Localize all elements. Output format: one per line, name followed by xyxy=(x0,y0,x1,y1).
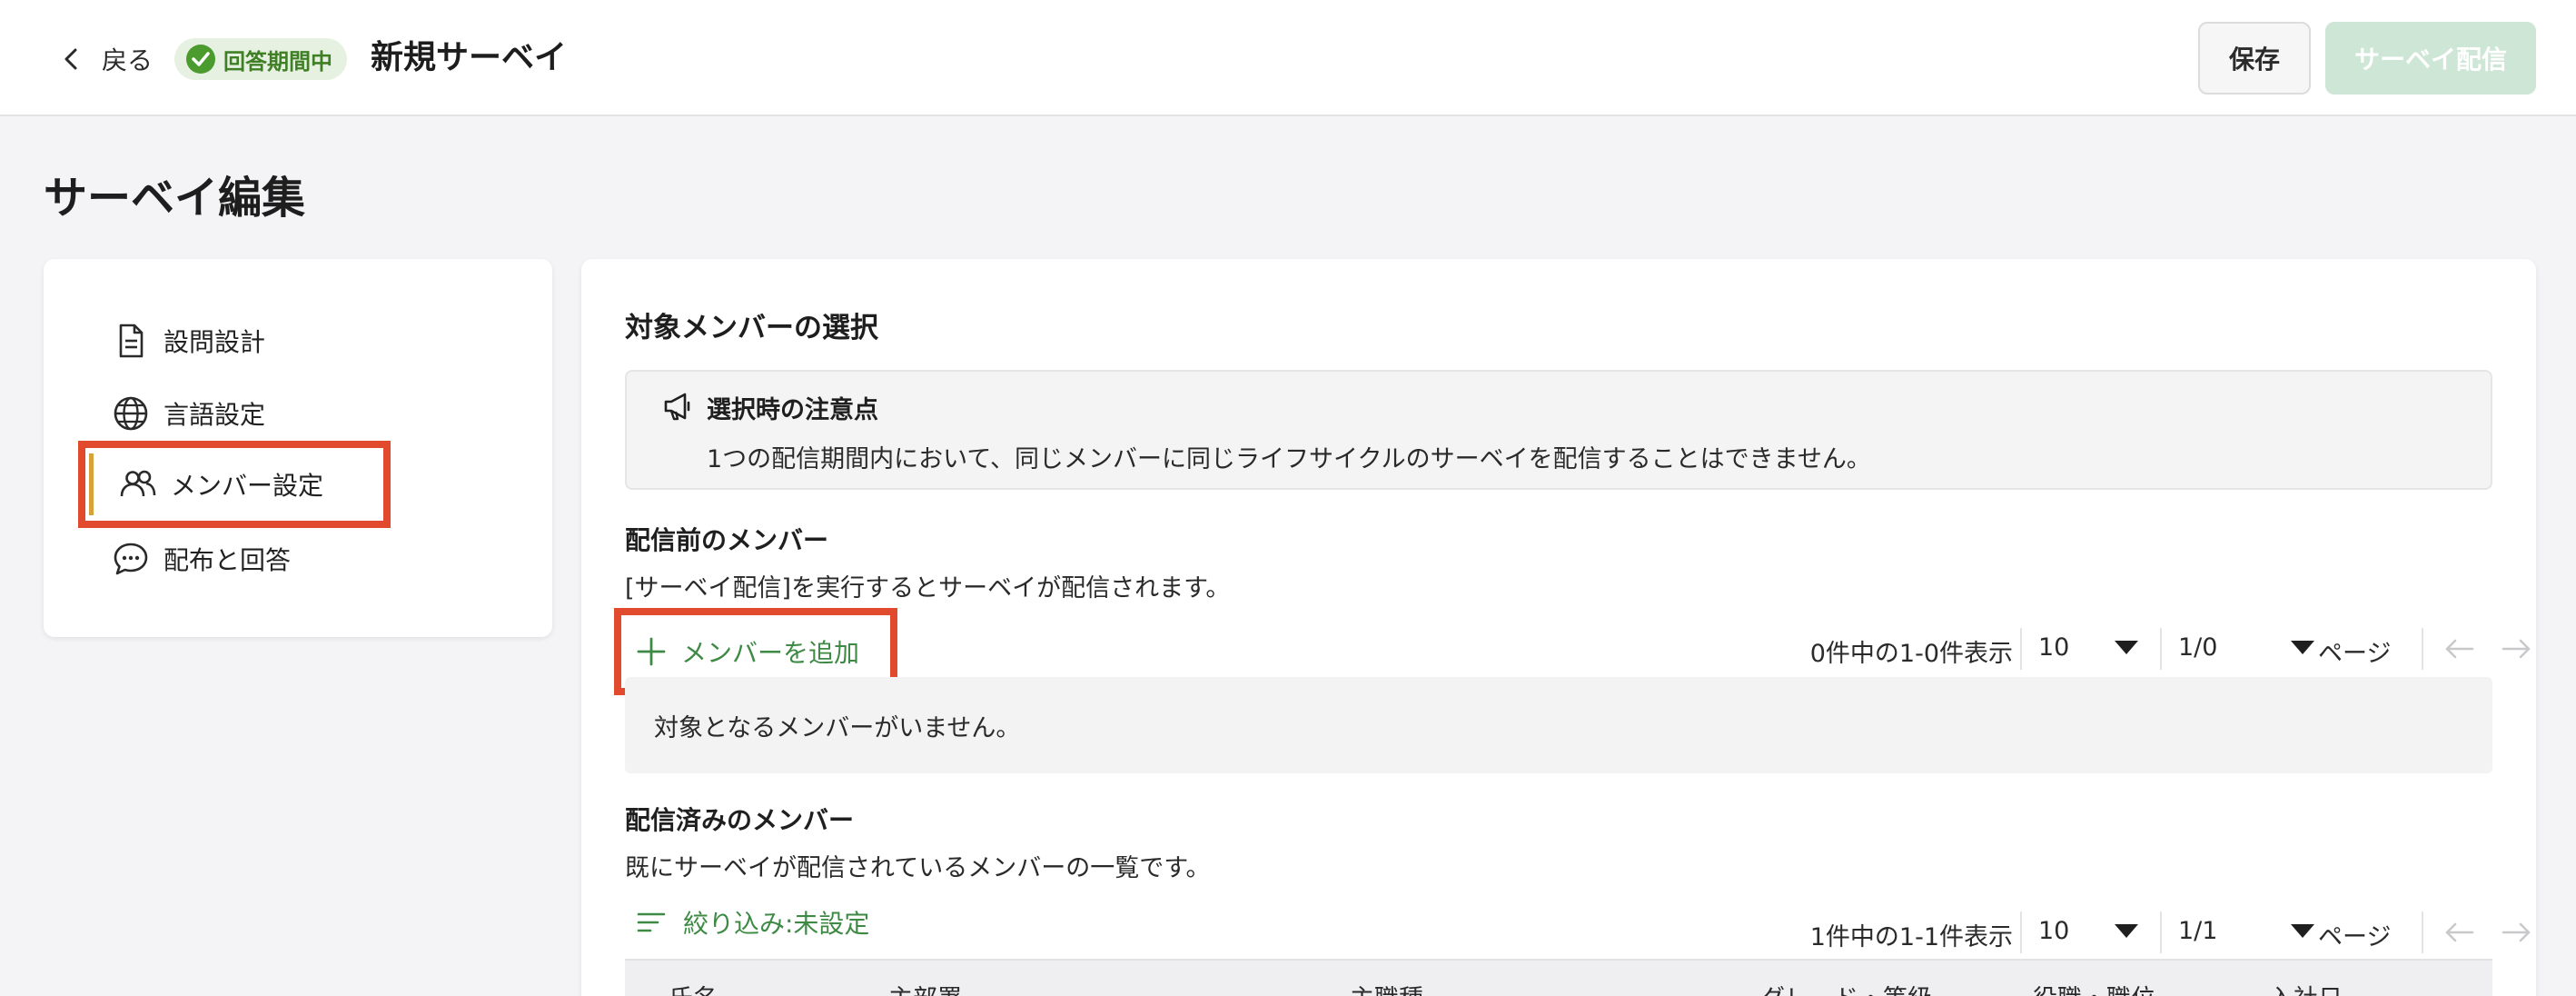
column-header-join-date[interactable]: 入社日 xyxy=(2269,979,2343,996)
megaphone-icon xyxy=(664,393,690,421)
users-icon xyxy=(120,470,156,497)
sidebar-item-label: 設問設計 xyxy=(163,327,266,357)
save-button[interactable]: 保存 xyxy=(2198,22,2311,95)
page-dropdown-icon[interactable] xyxy=(2291,641,2314,654)
delivered-table-header: 氏名 主部署 主職種 グレード・等級 役職・職位 入社日 xyxy=(625,959,2492,996)
back-label: 戻る xyxy=(102,45,154,75)
prev-page-icon[interactable] xyxy=(2443,637,2474,661)
top-bar: 戻る 回答期間中 新規サーベイ 保存 サーベイ配信 xyxy=(0,0,2576,116)
prev-page-icon[interactable] xyxy=(2443,921,2474,944)
column-header-name[interactable]: 氏名 xyxy=(669,979,718,996)
sidebar-item-distribution[interactable]: 配布と回答 xyxy=(111,532,291,586)
page-select-value: 1/0 xyxy=(2178,633,2218,662)
column-header-position[interactable]: 役職・職位 xyxy=(2033,979,2155,996)
sidebar-item-label: 配布と回答 xyxy=(163,545,292,575)
filter-button[interactable]: 絞り込み:未設定 xyxy=(636,902,869,942)
sidebar-item-language[interactable]: 言語設定 xyxy=(111,386,265,441)
next-page-icon[interactable] xyxy=(2502,921,2532,944)
pagination-pre-delivery: 0件中の1-0件表示 10 1/0 ページ xyxy=(1719,624,2536,673)
add-member-label: メンバーを追加 xyxy=(681,638,860,668)
pagination-count: 0件中の1-0件表示 xyxy=(1809,640,2013,668)
page-label: ページ xyxy=(2318,923,2392,951)
page-select-value: 1/1 xyxy=(2178,917,2218,945)
empty-state: 対象となるメンバーがいません。 xyxy=(625,677,2492,773)
sidebar-item-members[interactable]: メンバー設定 xyxy=(78,441,391,528)
divider xyxy=(2160,911,2162,953)
page-label: ページ xyxy=(2318,640,2392,668)
per-page-value: 10 xyxy=(2038,633,2070,662)
pagination-count: 1件中の1-1件表示 xyxy=(1809,923,2013,951)
status-badge: 回答期間中 xyxy=(174,38,347,80)
page-dropdown-icon[interactable] xyxy=(2291,924,2314,938)
delivered-heading: 配信済みのメンバー xyxy=(625,805,855,835)
page-title: サーベイ編集 xyxy=(44,173,306,224)
send-survey-button[interactable]: サーベイ配信 xyxy=(2325,22,2536,95)
chat-bubble-icon xyxy=(114,543,148,575)
sidebar-item-question-design[interactable]: 設問設計 xyxy=(111,314,265,368)
notice-body: 1つの配信期間内において、同じメンバーに同じライフサイクルのサーベイを配信するこ… xyxy=(707,445,1871,473)
next-page-icon[interactable] xyxy=(2502,637,2532,661)
chevron-left-icon xyxy=(64,48,77,70)
notice-heading: 選択時の注意点 xyxy=(707,396,878,424)
sidebar-item-label: メンバー設定 xyxy=(171,471,324,501)
back-button[interactable]: 戻る xyxy=(58,36,153,82)
filter-icon xyxy=(637,912,666,932)
empty-state-text: 対象となるメンバーがいません。 xyxy=(654,714,1021,742)
plus-icon xyxy=(637,637,666,666)
divider xyxy=(2160,628,2162,670)
document-icon xyxy=(119,324,144,358)
column-header-grade[interactable]: グレード・等級 xyxy=(1760,979,1932,996)
divider xyxy=(2422,911,2423,953)
filter-label: 絞り込み:未設定 xyxy=(683,909,870,939)
column-header-job-type[interactable]: 主職種 xyxy=(1350,979,1423,996)
globe-icon xyxy=(114,396,148,431)
member-selection-panel: 対象メンバーの選択 選択時の注意点 1つの配信期間内において、同じメンバーに同じ… xyxy=(581,259,2536,996)
status-badge-label: 回答期間中 xyxy=(223,48,332,75)
pagination-delivered: 1件中の1-1件表示 10 1/1 ページ xyxy=(1719,908,2536,957)
divider xyxy=(2422,628,2423,670)
divider xyxy=(2020,628,2022,670)
per-page-dropdown-icon[interactable] xyxy=(2115,641,2138,654)
per-page-dropdown-icon[interactable] xyxy=(2115,924,2138,938)
pre-delivery-description: [サーベイ配信]を実行するとサーベイが配信されます。 xyxy=(625,574,1231,603)
per-page-value: 10 xyxy=(2038,917,2070,945)
delivered-description: 既にサーベイが配信されているメンバーの一覧です。 xyxy=(625,854,1211,882)
sidebar-item-label: 言語設定 xyxy=(163,400,266,430)
notice-box: 選択時の注意点 1つの配信期間内において、同じメンバーに同じライフサイクルのサー… xyxy=(625,370,2492,490)
survey-title: 新規サーベイ xyxy=(371,39,568,76)
check-circle-icon xyxy=(186,45,215,74)
sidebar: 設問設計 言語設定 メンバー設定 配布と回答 xyxy=(44,259,552,637)
section-title: 対象メンバーの選択 xyxy=(625,312,878,344)
divider xyxy=(2020,911,2022,953)
pre-delivery-heading: 配信前のメンバー xyxy=(625,525,829,555)
column-header-department[interactable]: 主部署 xyxy=(888,979,962,996)
